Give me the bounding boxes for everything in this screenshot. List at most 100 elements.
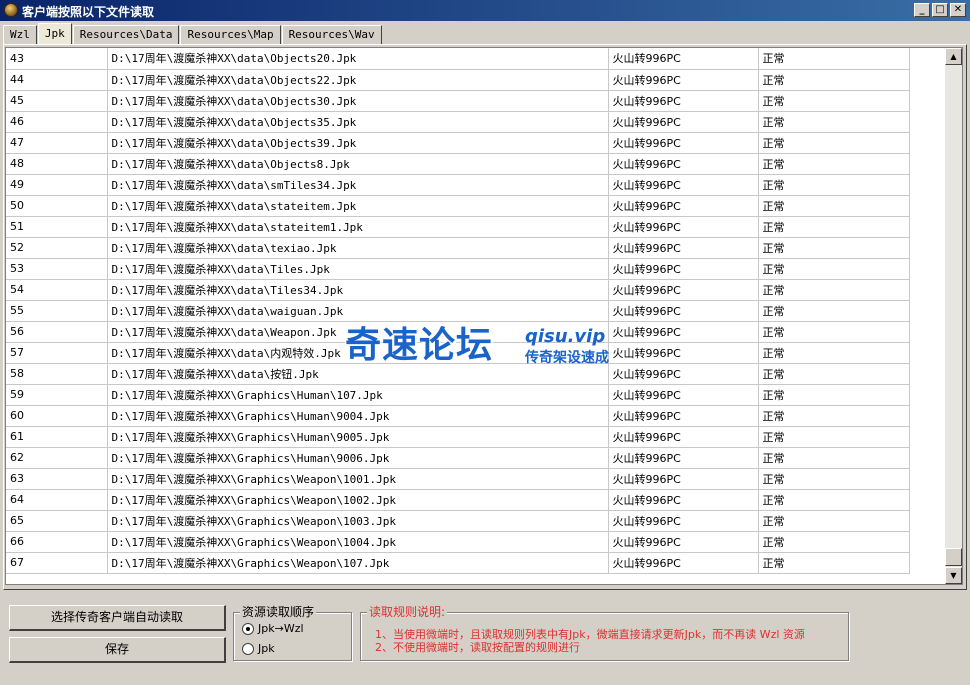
table-row[interactable]: 56 D:\17周年\渡魔杀神XX\data\Weapon.Jpk 火山转996PC…	[6, 321, 910, 343]
table-row[interactable]: 47 D:\17周年\渡魔杀神XX\data\Objects39.Jpk 火山转99…	[6, 132, 910, 154]
row-number: 63	[6, 468, 108, 490]
row-version: 火山转996PC	[608, 300, 759, 322]
tab-resources-wav[interactable]: Resources\Wav	[281, 25, 382, 44]
row-number: 53	[6, 258, 108, 280]
close-button[interactable]: ✕	[950, 3, 966, 17]
table-row[interactable]: 46 D:\17周年\渡魔杀神XX\data\Objects35.Jpk 火山转99…	[6, 111, 910, 133]
table-row[interactable]: 67 D:\17周年\渡魔杀神XX\Graphics\Weapon\107.Jpk…	[6, 552, 910, 574]
row-status: 正常	[758, 342, 910, 364]
row-number: 44	[6, 69, 108, 91]
tab-strip: Wzl Jpk Resources\Data Resources\Map Res…	[3, 23, 383, 44]
table-row[interactable]: 43 D:\17周年\渡魔杀神XX\data\Objects20.Jpk 火山转99…	[6, 48, 910, 70]
table-row[interactable]: 45 D:\17周年\渡魔杀神XX\data\Objects30.Jpk 火山转99…	[6, 90, 910, 112]
row-file-path: D:\17周年\渡魔杀神XX\data\Objects22.Jpk	[107, 69, 609, 91]
row-file-path: D:\17周年\渡魔杀神XX\data\内观特效.Jpk	[107, 342, 609, 364]
main-window: 客户端按照以下文件读取 _ □ ✕ Wzl Jpk Resources\Data…	[0, 0, 970, 685]
title-bar[interactable]: 客户端按照以下文件读取 _ □ ✕	[0, 0, 970, 21]
row-file-path: D:\17周年\渡魔杀神XX\data\stateitem.Jpk	[107, 195, 609, 217]
row-file-path: D:\17周年\渡魔杀神XX\data\texiao.Jpk	[107, 237, 609, 259]
row-status: 正常	[758, 132, 910, 154]
table-row[interactable]: 63 D:\17周年\渡魔杀神XX\Graphics\Weapon\1001.Jp…	[6, 468, 910, 490]
scroll-up-icon[interactable]: ▲	[945, 48, 962, 65]
row-status: 正常	[758, 426, 910, 448]
radio-jpk[interactable]: Jpk	[242, 642, 275, 655]
table-row[interactable]: 62 D:\17周年\渡魔杀神XX\Graphics\Human\9006.Jpk…	[6, 447, 910, 469]
row-status: 正常	[758, 258, 910, 280]
auto-read-button[interactable]: 选择传奇客户端自动读取	[9, 605, 226, 631]
row-version: 火山转996PC	[608, 195, 759, 217]
table-row[interactable]: 50 D:\17周年\渡魔杀神XX\data\stateitem.Jpk 火山转99…	[6, 195, 910, 217]
row-status: 正常	[758, 531, 910, 553]
row-version: 火山转996PC	[608, 90, 759, 112]
table-row[interactable]: 55 D:\17周年\渡魔杀神XX\data\waiguan.Jpk 火山转996P…	[6, 300, 910, 322]
table-row[interactable]: 49 D:\17周年\渡魔杀神XX\data\smTiles34.Jpk 火山转99…	[6, 174, 910, 196]
row-number: 52	[6, 237, 108, 259]
row-version: 火山转996PC	[608, 132, 759, 154]
table-row[interactable]: 54 D:\17周年\渡魔杀神XX\data\Tiles34.Jpk 火山转996P…	[6, 279, 910, 301]
row-status: 正常	[758, 405, 910, 427]
file-list[interactable]: 43 D:\17周年\渡魔杀神XX\data\Objects20.Jpk 火山转99…	[5, 47, 963, 585]
rules-line-2: 2、不使用微端时，读取按配置的规则进行	[375, 641, 580, 654]
table-row[interactable]: 59 D:\17周年\渡魔杀神XX\Graphics\Human\107.Jpk 火…	[6, 384, 910, 406]
row-number: 60	[6, 405, 108, 427]
row-file-path: D:\17周年\渡魔杀神XX\Graphics\Weapon\1003.Jpk	[107, 510, 609, 532]
row-version: 火山转996PC	[608, 468, 759, 490]
table-row[interactable]: 66 D:\17周年\渡魔杀神XX\Graphics\Weapon\1004.Jp…	[6, 531, 910, 553]
row-file-path: D:\17周年\渡魔杀神XX\data\Weapon.Jpk	[107, 321, 609, 343]
table-row[interactable]: 52 D:\17周年\渡魔杀神XX\data\texiao.Jpk 火山转996PC…	[6, 237, 910, 259]
scroll-thumb[interactable]	[945, 548, 962, 566]
row-number: 56	[6, 321, 108, 343]
row-version: 火山转996PC	[608, 258, 759, 280]
row-file-path: D:\17周年\渡魔杀神XX\data\按钮.Jpk	[107, 363, 609, 385]
row-number: 65	[6, 510, 108, 532]
row-file-path: D:\17周年\渡魔杀神XX\data\Objects39.Jpk	[107, 132, 609, 154]
table-row[interactable]: 48 D:\17周年\渡魔杀神XX\data\Objects8.Jpk 火山转996…	[6, 153, 910, 175]
rules-group: 读取规则说明: 1、当使用微端时，且读取规则列表中有Jpk，微端直接请求更新Jp…	[360, 605, 849, 661]
table-row[interactable]: 61 D:\17周年\渡魔杀神XX\Graphics\Human\9005.Jpk…	[6, 426, 910, 448]
row-number: 46	[6, 111, 108, 133]
row-file-path: D:\17周年\渡魔杀神XX\data\Objects20.Jpk	[107, 48, 609, 70]
row-file-path: D:\17周年\渡魔杀神XX\Graphics\Human\107.Jpk	[107, 384, 609, 406]
table-row[interactable]: 60 D:\17周年\渡魔杀神XX\Graphics\Human\9004.Jpk…	[6, 405, 910, 427]
vertical-scrollbar[interactable]: ▲ ▼	[945, 48, 962, 584]
table-row[interactable]: 64 D:\17周年\渡魔杀神XX\Graphics\Weapon\1002.Jp…	[6, 489, 910, 511]
row-status: 正常	[758, 111, 910, 133]
row-status: 正常	[758, 384, 910, 406]
row-version: 火山转996PC	[608, 321, 759, 343]
row-status: 正常	[758, 69, 910, 91]
table-row[interactable]: 51 D:\17周年\渡魔杀神XX\data\stateitem1.Jpk 火山转9…	[6, 216, 910, 238]
save-button[interactable]: 保存	[9, 637, 226, 663]
row-status: 正常	[758, 279, 910, 301]
tab-jpk[interactable]: Jpk	[37, 23, 72, 44]
row-file-path: D:\17周年\渡魔杀神XX\data\Objects35.Jpk	[107, 111, 609, 133]
row-file-path: D:\17周年\渡魔杀神XX\Graphics\Weapon\107.Jpk	[107, 552, 609, 574]
row-version: 火山转996PC	[608, 69, 759, 91]
table-row[interactable]: 57 D:\17周年\渡魔杀神XX\data\内观特效.Jpk 火山转996PC 正常	[6, 342, 910, 364]
row-number: 50	[6, 195, 108, 217]
app-icon	[4, 3, 18, 17]
minimize-button[interactable]: _	[914, 3, 930, 17]
row-number: 51	[6, 216, 108, 238]
table-row[interactable]: 44 D:\17周年\渡魔杀神XX\data\Objects22.Jpk 火山转99…	[6, 69, 910, 91]
row-file-path: D:\17周年\渡魔杀神XX\data\stateitem1.Jpk	[107, 216, 609, 238]
row-version: 火山转996PC	[608, 237, 759, 259]
radio-unselected-icon[interactable]	[242, 642, 254, 655]
tab-resources-map[interactable]: Resources\Map	[180, 25, 281, 44]
tab-wzl[interactable]: Wzl	[3, 25, 37, 44]
row-file-path: D:\17周年\渡魔杀神XX\data\smTiles34.Jpk	[107, 174, 609, 196]
table-row[interactable]: 53 D:\17周年\渡魔杀神XX\data\Tiles.Jpk 火山转996PC 正…	[6, 258, 910, 280]
row-number: 49	[6, 174, 108, 196]
maximize-button[interactable]: □	[932, 3, 948, 17]
radio-jpk-label: Jpk	[258, 642, 275, 655]
table-row[interactable]: 65 D:\17周年\渡魔杀神XX\Graphics\Weapon\1003.Jp…	[6, 510, 910, 532]
row-version: 火山转996PC	[608, 279, 759, 301]
tab-resources-data[interactable]: Resources\Data	[72, 25, 180, 44]
row-status: 正常	[758, 489, 910, 511]
radio-jpk-wzl[interactable]: Jpk→Wzl	[242, 622, 304, 635]
row-status: 正常	[758, 552, 910, 574]
radio-selected-icon[interactable]	[242, 622, 254, 635]
row-status: 正常	[758, 468, 910, 490]
scroll-down-icon[interactable]: ▼	[945, 567, 962, 584]
rules-title: 读取规则说明:	[367, 605, 448, 619]
table-row[interactable]: 58 D:\17周年\渡魔杀神XX\data\按钮.Jpk 火山转996PC 正常	[6, 363, 910, 385]
